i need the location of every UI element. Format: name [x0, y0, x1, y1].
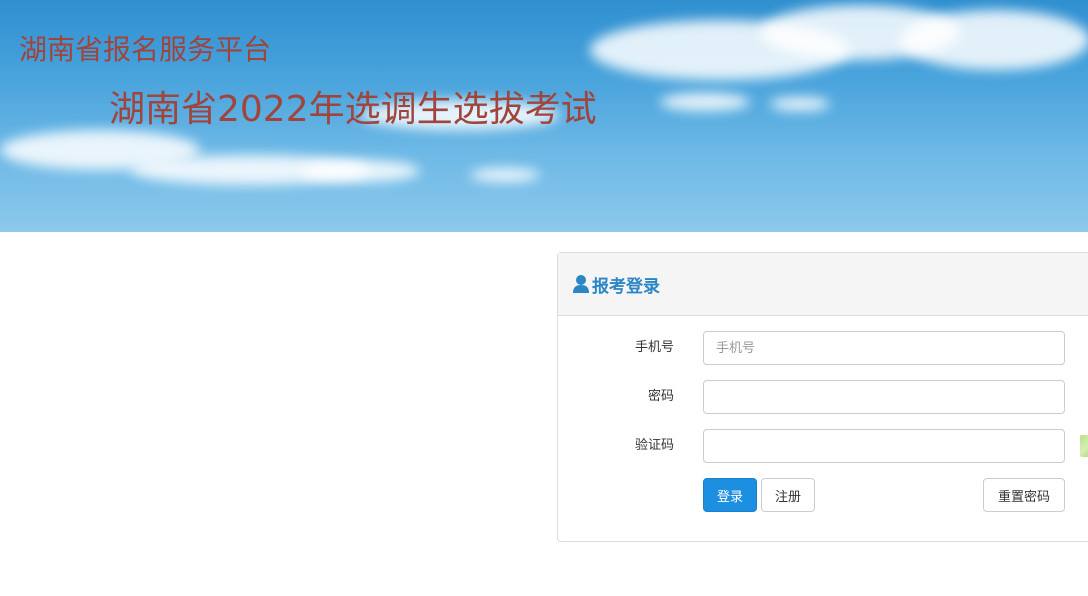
- header-banner: 湖南省报名服务平台 湖南省2022年选调生选拔考试: [0, 0, 1088, 232]
- cloud-decoration: [660, 93, 750, 111]
- phone-label: 手机号: [634, 340, 674, 355]
- captcha-label: 验证码: [634, 438, 674, 453]
- captcha-row: 验证码: [558, 429, 1088, 463]
- site-title: 湖南省报名服务平台: [19, 33, 272, 66]
- cloud-decoration: [770, 97, 830, 111]
- exam-title: 湖南省2022年选调生选拔考试: [109, 89, 597, 130]
- login-panel: 报考登录 手机号 密码 验证码 登录 注册 重置密码: [557, 252, 1088, 542]
- reset-password-button[interactable]: 重置密码: [983, 478, 1065, 512]
- cloud-decoration: [470, 168, 540, 182]
- user-icon: [572, 274, 590, 294]
- password-label: 密码: [647, 389, 674, 404]
- phone-input[interactable]: [703, 331, 1065, 365]
- cloud-decoration: [300, 160, 420, 182]
- phone-row: 手机号: [558, 331, 1088, 365]
- login-button[interactable]: 登录: [703, 478, 757, 512]
- password-input[interactable]: [703, 380, 1065, 414]
- captcha-image[interactable]: [1080, 435, 1088, 457]
- cloud-decoration: [900, 10, 1088, 70]
- login-panel-header: 报考登录: [558, 253, 1088, 316]
- actions-row: 登录 注册 重置密码: [558, 478, 1088, 512]
- register-button[interactable]: 注册: [761, 478, 815, 512]
- captcha-input[interactable]: [703, 429, 1065, 463]
- login-panel-title: 报考登录: [592, 276, 660, 297]
- password-row: 密码: [558, 380, 1088, 414]
